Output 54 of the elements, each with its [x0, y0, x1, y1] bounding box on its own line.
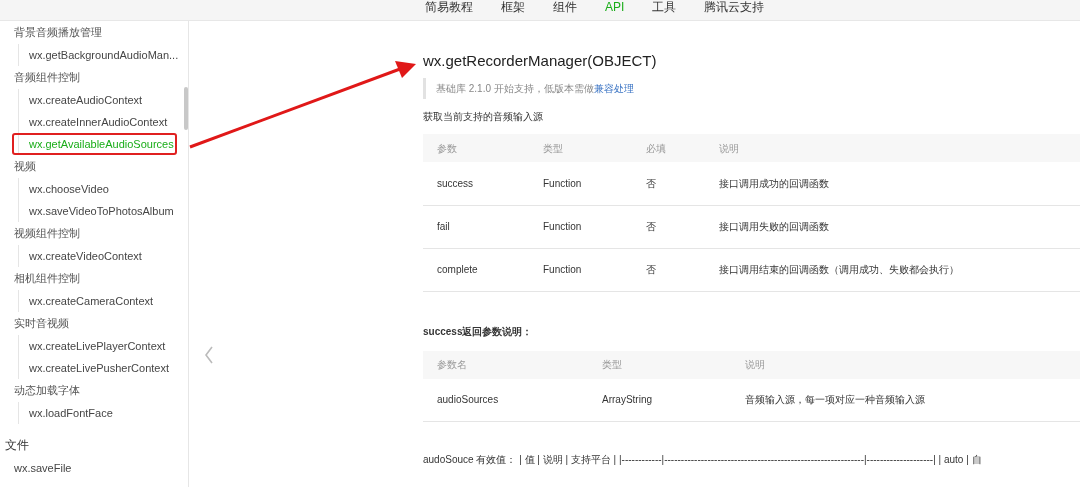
sidebar-section-label: 文件	[4, 437, 30, 454]
nav-tab[interactable]: 腾讯云支持	[704, 0, 765, 14]
sidebar-item[interactable]: wx.createAudioContext	[18, 89, 188, 111]
table-cell: 否	[632, 162, 705, 205]
nav-tab[interactable]: 框架	[501, 0, 525, 14]
sidebar-group-label: 动态加载字体	[13, 383, 81, 398]
sidebar-item[interactable]: wx.loadFontFace	[18, 402, 188, 424]
sidebar-group-label: 实时音视频	[13, 316, 70, 331]
compat-link[interactable]: 兼容处理	[593, 83, 634, 94]
table-cell: audioSources	[423, 378, 588, 422]
sidebar-item[interactable]: wx.saveVideoToPhotosAlbum	[18, 200, 188, 222]
table-cell: 否	[632, 205, 705, 248]
description-text: 获取当前支持的音频输入源	[423, 110, 544, 124]
table-cell: fail	[423, 205, 529, 248]
sidebar-item[interactable]: wx.createInnerAudioContext	[18, 111, 188, 133]
table-cell: 接口调用失败的回调函数	[705, 205, 1080, 248]
column-header: 类型	[529, 134, 632, 162]
sidebar-group-label: 音频组件控制	[13, 70, 81, 85]
sidebar-item[interactable]: wx.saveFile	[0, 456, 188, 480]
table-cell: Function	[529, 248, 632, 291]
table-cell: 接口调用结束的回调函数（调用成功、失败都会执行）	[705, 248, 1080, 291]
table-cell: Function	[529, 205, 632, 248]
sidebar-group-label: 相机组件控制	[13, 271, 81, 286]
values-text: audoSouce 有效值： | 值 | 说明 | 支持平台 | |------------|------------------------------------------------------------|--------------------| | auto | 自	[423, 453, 983, 467]
column-header: 必填	[632, 134, 705, 162]
sidebar-item[interactable]: wx.createLivePusherContext	[18, 357, 188, 379]
sidebar-group-label: 视频	[13, 159, 37, 174]
nav-tab[interactable]: 简易教程	[425, 0, 473, 14]
sidebar-group-label: 背景音频播放管理	[13, 25, 103, 40]
table-cell: success	[423, 162, 529, 205]
sidebar-item[interactable]: wx.createVideoContext	[18, 245, 188, 267]
table-cell: 接口调用成功的回调函数	[705, 162, 1080, 205]
section-heading: success返回参数说明：	[423, 324, 534, 339]
sidebar-item[interactable]: wx.getBackgroundAudioMan...	[18, 44, 188, 66]
nav-tab[interactable]: 工具	[652, 0, 677, 14]
table-cell: complete	[423, 248, 529, 291]
chevron-left-icon[interactable]	[204, 346, 214, 364]
nav-tab[interactable]: 组件	[553, 0, 577, 14]
column-header: 说明	[731, 350, 1080, 379]
page-title: wx.getRecorderManager(OBJECT)	[423, 52, 658, 70]
column-header: 说明	[705, 134, 1080, 162]
sidebar-group-label: 视频组件控制	[13, 226, 81, 241]
table-cell: Function	[529, 162, 632, 205]
note-text: 基础库 2.1.0 开始支持，低版本需做兼容处理	[423, 78, 823, 99]
scrollbar-thumb[interactable]	[184, 87, 188, 130]
column-header: 类型	[588, 350, 731, 379]
column-header: 参数	[423, 134, 529, 162]
table-cell: ArrayString	[588, 378, 731, 422]
sidebar-item[interactable]: wx.createLivePlayerContext	[18, 335, 188, 357]
column-header: 参数名	[423, 350, 588, 379]
table-cell: 音频输入源，每一项对应一种音频输入源	[731, 378, 1080, 422]
sidebar-item[interactable]: wx.createCameraContext	[18, 290, 188, 312]
sidebar-item[interactable]: wx.chooseVideo	[18, 178, 188, 200]
table-cell: 否	[632, 248, 705, 291]
